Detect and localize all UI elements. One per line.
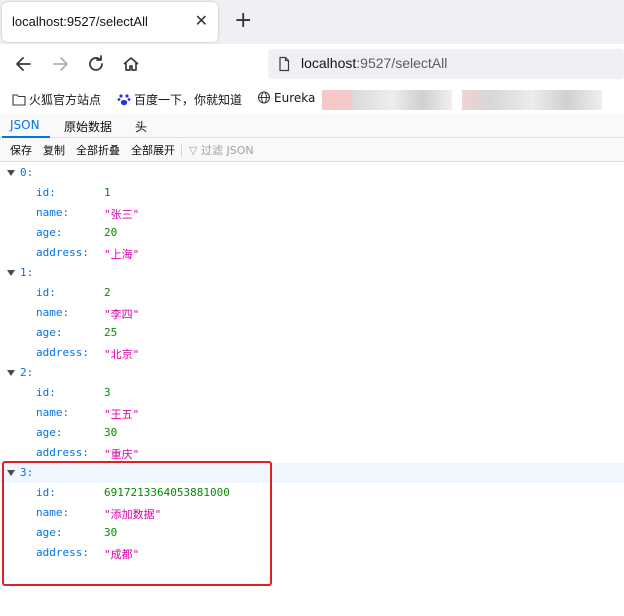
property-key: name: xyxy=(36,406,70,419)
tree-row-property[interactable]: address: "上海" xyxy=(0,243,624,263)
property-key: name: xyxy=(36,306,70,319)
expand-arrow-icon[interactable] xyxy=(7,370,15,376)
property-value: "王五" xyxy=(104,408,140,421)
filter-icon: ▽ xyxy=(189,144,198,157)
collapse-all-button[interactable]: 全部折叠 xyxy=(76,142,120,158)
tree-row-property[interactable]: age: 25 xyxy=(0,323,624,343)
bookmark-label: 火狐官方站点 xyxy=(29,93,102,107)
tree-row-property[interactable]: name: "李四" xyxy=(0,303,624,323)
browser-tab[interactable]: localhost:9527/selectAll ✕ xyxy=(2,2,218,42)
property-key: name: xyxy=(36,206,70,219)
bookmark-label: 百度一下，你就知道 xyxy=(134,93,243,107)
property-value: "重庆" xyxy=(104,448,140,461)
tree-row-object[interactable]: 2: xyxy=(0,363,624,383)
highlight-annotation-box xyxy=(2,461,272,586)
tree-row-property[interactable]: age: 20 xyxy=(0,223,624,243)
tab-json[interactable]: JSON xyxy=(10,118,40,132)
property-key: address: xyxy=(36,346,89,359)
url-text: localhost:9527/selectAll xyxy=(301,55,447,71)
redacted-bookmark xyxy=(322,90,352,110)
tree-row-property[interactable]: address: "重庆" xyxy=(0,443,624,463)
filter-json-input[interactable]: ▽ 过滤 JSON xyxy=(189,142,254,158)
array-index-label: 1: xyxy=(20,266,34,279)
bookmark-eureka[interactable]: Eureka xyxy=(257,91,315,105)
globe-icon xyxy=(257,91,271,104)
redacted-bookmark xyxy=(462,90,602,110)
property-key: age: xyxy=(36,426,63,439)
property-value: "张三" xyxy=(104,208,140,221)
close-tab-icon[interactable]: ✕ xyxy=(195,12,208,30)
tab-strip: localhost:9527/selectAll ✕ + xyxy=(0,0,624,44)
page-icon xyxy=(279,56,290,72)
property-key: id: xyxy=(36,286,56,299)
property-value: "李四" xyxy=(104,308,140,321)
property-key: address: xyxy=(36,446,89,459)
tree-row-object[interactable]: 1: xyxy=(0,263,624,283)
bookmark-label: Eureka xyxy=(274,91,316,105)
property-key: id: xyxy=(36,186,56,199)
back-icon[interactable] xyxy=(10,50,38,78)
tree-row-object[interactable]: 0: xyxy=(0,163,624,183)
json-viewer-tabs: JSON 原始数据 头 xyxy=(0,114,624,138)
expand-arrow-icon[interactable] xyxy=(7,270,15,276)
property-key: age: xyxy=(36,226,63,239)
property-value: "上海" xyxy=(104,248,140,261)
redacted-bookmark xyxy=(352,90,452,110)
array-index-label: 0: xyxy=(20,166,34,179)
url-path: :9527/selectAll xyxy=(356,55,448,71)
copy-button[interactable]: 复制 xyxy=(43,142,65,158)
tree-row-property[interactable]: name: "王五" xyxy=(0,403,624,423)
forward-icon[interactable] xyxy=(46,50,74,78)
bookmark-baidu[interactable]: 百度一下，你就知道 xyxy=(117,91,242,108)
new-tab-icon[interactable]: + xyxy=(234,9,252,33)
property-key: age: xyxy=(36,326,63,339)
url-bar[interactable]: localhost:9527/selectAll xyxy=(268,49,624,79)
tab-title: localhost:9527/selectAll xyxy=(12,14,148,29)
tree-row-property[interactable]: id: 2 xyxy=(0,283,624,303)
tree-row-property[interactable]: id: 3 xyxy=(0,383,624,403)
property-value: 3 xyxy=(104,386,111,399)
expand-arrow-icon[interactable] xyxy=(7,170,15,176)
url-host: localhost xyxy=(301,55,357,71)
tree-row-property[interactable]: name: "张三" xyxy=(0,203,624,223)
toolbar-divider xyxy=(181,143,182,157)
property-key: id: xyxy=(36,386,56,399)
expand-all-button[interactable]: 全部展开 xyxy=(131,142,175,158)
json-toolbar: 保存 复制 全部折叠 全部展开 ▽ 过滤 JSON xyxy=(0,138,624,162)
folder-icon xyxy=(12,94,26,106)
property-value: 25 xyxy=(104,326,118,339)
bookmark-firefox[interactable]: 火狐官方站点 xyxy=(12,91,101,108)
tab-headers[interactable]: 头 xyxy=(135,118,147,135)
reload-icon[interactable] xyxy=(82,50,110,78)
property-value: 20 xyxy=(104,226,118,239)
filter-placeholder: 过滤 JSON xyxy=(200,144,254,157)
tree-row-property[interactable]: id: 1 xyxy=(0,183,624,203)
array-index-label: 2: xyxy=(20,366,34,379)
tab-raw-data[interactable]: 原始数据 xyxy=(64,118,112,135)
navigation-bar: localhost:9527/selectAll xyxy=(0,44,624,84)
baidu-paw-icon xyxy=(117,94,131,106)
property-value: "北京" xyxy=(104,348,140,361)
property-value: 2 xyxy=(104,286,111,299)
property-value: 1 xyxy=(104,186,111,199)
home-icon[interactable] xyxy=(117,50,145,78)
tree-row-property[interactable]: address: "北京" xyxy=(0,343,624,363)
property-value: 30 xyxy=(104,426,118,439)
property-key: address: xyxy=(36,246,89,259)
tree-row-property[interactable]: age: 30 xyxy=(0,423,624,443)
save-button[interactable]: 保存 xyxy=(10,142,32,158)
